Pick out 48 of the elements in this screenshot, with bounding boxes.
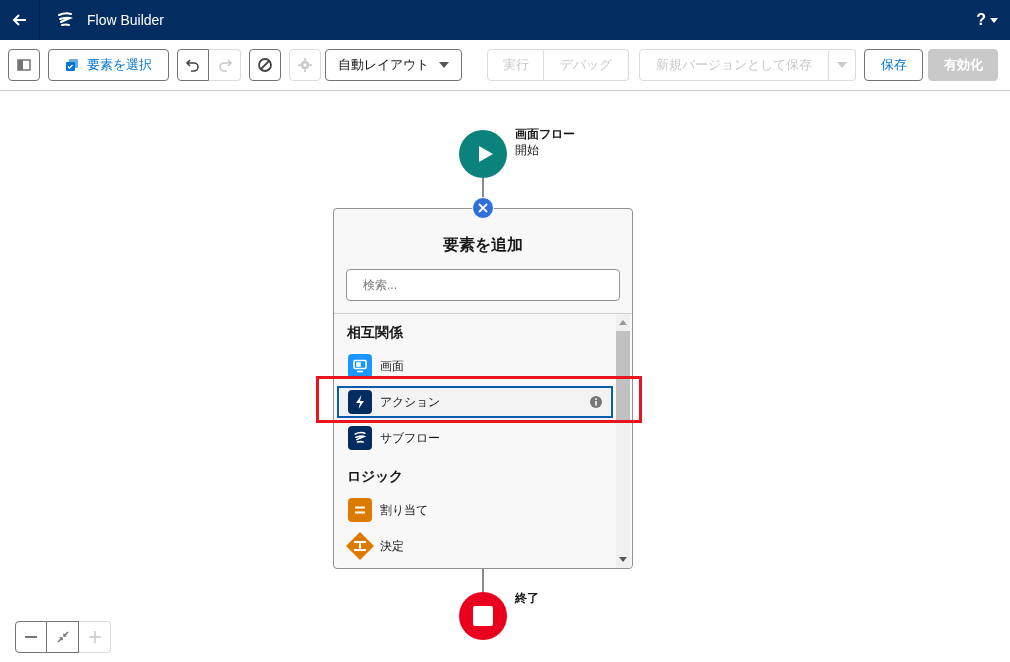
- monitor-icon: [348, 354, 372, 378]
- panel-icon: [17, 59, 31, 71]
- stop-icon: [473, 606, 493, 626]
- select-elements-button[interactable]: 要素を選択: [48, 49, 169, 81]
- close-icon: [478, 203, 488, 213]
- close-button[interactable]: [472, 197, 494, 219]
- end-node[interactable]: [459, 592, 507, 640]
- cancel-icon: [257, 57, 273, 73]
- save-button[interactable]: 保存: [864, 49, 923, 81]
- fit-view-button[interactable]: [47, 621, 79, 653]
- toggle-panel-button[interactable]: [8, 49, 40, 81]
- diamond-icon: [345, 531, 375, 561]
- layout-dropdown[interactable]: 自動レイアウト: [325, 49, 462, 81]
- panel-title: 要素を追加: [442, 235, 524, 255]
- shrink-arrows-icon: [56, 631, 69, 643]
- flow-icon: [348, 426, 372, 450]
- info-icon: [590, 396, 602, 408]
- start-node[interactable]: [459, 130, 507, 178]
- arrow-left-icon: [11, 12, 28, 28]
- lightning-icon: [348, 390, 372, 414]
- end-node-label: 終了: [515, 590, 539, 607]
- element-list-item[interactable]: サブフロー: [337, 422, 613, 454]
- minus-icon: [25, 636, 37, 638]
- redo-icon: [216, 57, 233, 73]
- section-heading: 相互関係: [346, 322, 404, 342]
- app-title: Flow Builder: [87, 10, 165, 30]
- help-menu-button[interactable]: ?: [976, 8, 998, 32]
- equals-icon: [348, 498, 372, 522]
- start-node-title: 画面フロー: [515, 126, 575, 142]
- caret-icon: [990, 17, 998, 23]
- undo-button[interactable]: [177, 49, 209, 81]
- plus-icon: [88, 631, 101, 643]
- start-node-subtitle: 開始: [515, 142, 540, 158]
- caret-icon: [439, 62, 449, 68]
- element-list-item[interactable]: 画面: [337, 350, 613, 382]
- checkbox-icon: [65, 58, 79, 72]
- caret-icon: [837, 62, 847, 68]
- element-list-item[interactable]: アクション: [337, 386, 613, 418]
- search-field[interactable]: 検索...: [346, 269, 620, 301]
- scrollbar[interactable]: [616, 314, 630, 568]
- scroll-up-icon: [619, 320, 627, 325]
- element-list-item[interactable]: 決定: [337, 530, 613, 562]
- scroll-down-icon: [619, 557, 627, 562]
- cancel-button[interactable]: [249, 49, 281, 81]
- element-list-item[interactable]: 割り当て: [337, 494, 613, 526]
- section-heading: ロジック: [346, 466, 404, 486]
- zoom-out-button[interactable]: [15, 621, 47, 653]
- undo-icon: [185, 57, 201, 73]
